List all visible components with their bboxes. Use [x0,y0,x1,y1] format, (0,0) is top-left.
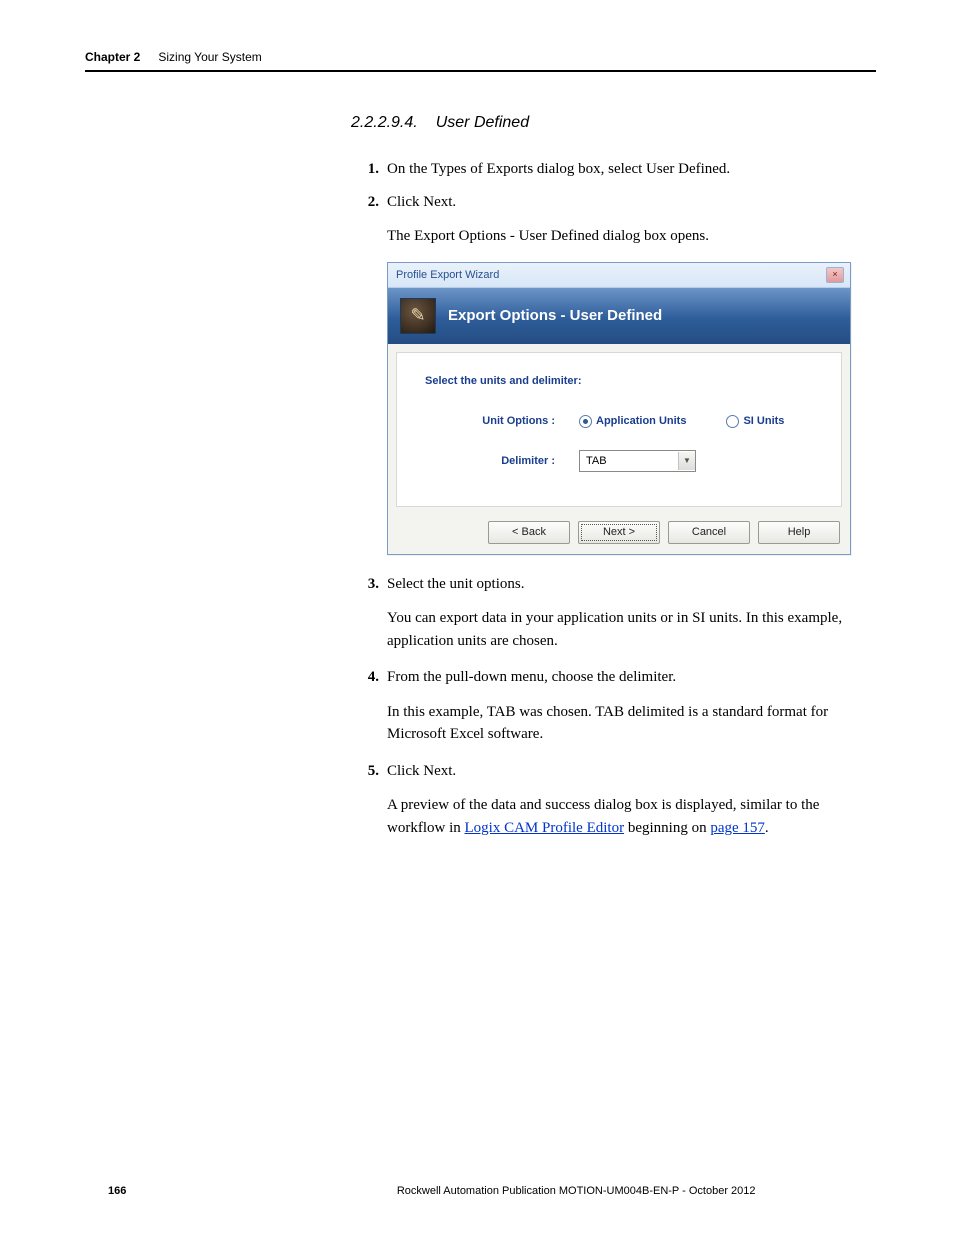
radio-label: SI Units [743,415,784,427]
radio-dot-icon [579,415,592,428]
dialog-titlebar: Profile Export Wizard × [388,263,850,288]
publication-line: Rockwell Automation Publication MOTION-U… [276,1185,876,1197]
section-number: 2.2.2.9.4. [351,114,418,131]
radio-application-units[interactable]: Application Units [579,415,686,428]
chapter-label: Chapter 2 [85,50,140,64]
step-number: 5. [351,760,387,783]
step-number: 1. [351,158,387,181]
dialog-body: Select the units and delimiter: Unit Opt… [396,352,842,507]
step-text: Select the unit options. [387,573,876,596]
dialog-banner-title: Export Options - User Defined [448,307,662,324]
unit-options-label: Unit Options : [425,415,579,427]
dialog-window-title: Profile Export Wizard [396,269,499,281]
step-number: 2. [351,191,387,214]
dialog-banner: ✎ Export Options - User Defined [388,288,850,344]
link-logix-cam-profile-editor[interactable]: Logix CAM Profile Editor [465,820,625,836]
delimiter-combo[interactable]: TAB ▼ [579,450,696,472]
step-number: 3. [351,573,387,596]
step-text: Click Next. [387,760,876,783]
cancel-button[interactable]: Cancel [668,521,750,544]
section-title: User Defined [436,114,529,131]
delimiter-label: Delimiter : [425,455,579,467]
step-text: From the pull-down menu, choose the deli… [387,666,876,689]
radio-si-units[interactable]: SI Units [726,415,784,428]
section-heading: 2.2.2.9.4. User Defined [351,114,876,132]
page-number: 166 [108,1185,126,1197]
step-sub-part: beginning on [624,820,710,836]
step-text: On the Types of Exports dialog box, sele… [387,158,876,181]
step-sub: A preview of the data and success dialog… [387,794,876,839]
profile-export-wizard-dialog: Profile Export Wizard × ✎ Export Options… [387,262,851,555]
radio-label: Application Units [596,415,686,427]
wizard-icon: ✎ [400,298,436,334]
close-icon[interactable]: × [826,267,844,283]
step-number: 4. [351,666,387,689]
chevron-down-icon: ▼ [678,452,695,470]
step-sub-part: . [765,820,769,836]
step-sub: In this example, TAB was chosen. TAB del… [387,701,876,746]
chapter-title: Sizing Your System [158,50,261,64]
help-button[interactable]: Help [758,521,840,544]
radio-dot-icon [726,415,739,428]
step-sub: You can export data in your application … [387,607,876,652]
back-button[interactable]: < Back [488,521,570,544]
page-footer: 166 Rockwell Automation Publication MOTI… [108,1185,876,1197]
next-button[interactable]: Next > [578,521,660,544]
dialog-instruction: Select the units and delimiter: [425,375,813,387]
page-header: Chapter 2 Sizing Your System [85,50,876,72]
dialog-buttons: < Back Next > Cancel Help [388,515,850,554]
step-sub: The Export Options - User Defined dialog… [387,225,876,248]
link-page-157[interactable]: page 157 [710,820,765,836]
step-text: Click Next. [387,191,876,214]
delimiter-value: TAB [580,455,678,467]
